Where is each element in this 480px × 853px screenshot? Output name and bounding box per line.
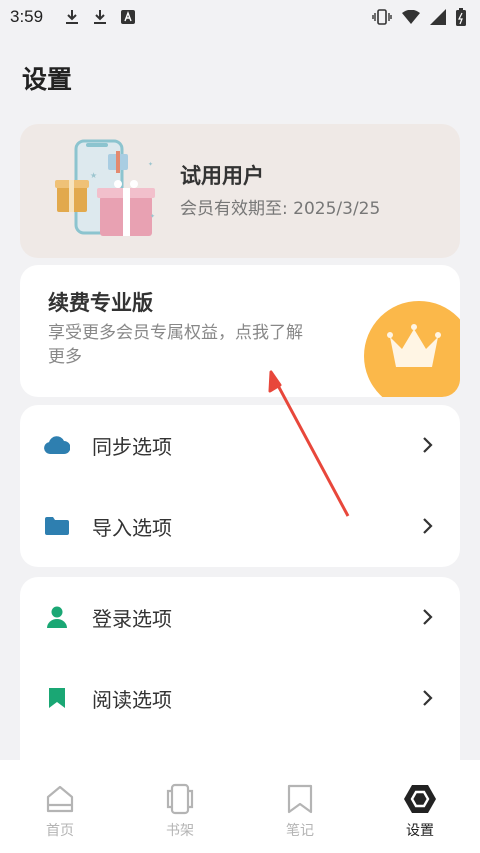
crown-badge (364, 301, 460, 397)
menu-item-sync[interactable]: 同步选项 (20, 405, 460, 485)
download-icon (93, 9, 107, 25)
settings-icon (403, 782, 437, 816)
menu-group-login-reading: 登录选项 阅读选项 (20, 577, 460, 767)
signal-icon (430, 9, 446, 25)
folder-icon (44, 513, 70, 539)
menu-label: 登录选项 (92, 606, 172, 631)
bookshelf-icon (163, 782, 197, 816)
cloud-icon (44, 432, 70, 458)
battery-icon (456, 8, 466, 26)
chevron-right-icon (423, 690, 433, 706)
home-icon (43, 782, 77, 816)
bottom-nav: 首页 书架 笔记 设置 (0, 760, 480, 853)
chevron-right-icon (423, 437, 433, 453)
menu-item-reading[interactable]: 阅读选项 (20, 658, 460, 738)
chevron-right-icon (423, 518, 433, 534)
menu-item-import[interactable]: 导入选项 (20, 486, 460, 566)
nav-label: 笔记 (286, 823, 314, 839)
menu-label: 同步选项 (92, 434, 172, 459)
font-app-icon (121, 10, 136, 24)
vibrate-icon (372, 9, 392, 25)
svg-text:✦: ✦ (148, 161, 153, 168)
status-system-icons (372, 8, 466, 26)
menu-item-login[interactable]: 登录选项 (20, 577, 460, 657)
nav-item-notes[interactable]: 笔记 (240, 760, 360, 853)
page-title: 设置 (22, 65, 73, 94)
user-name: 试用用户 (180, 164, 264, 188)
download-icon (65, 9, 79, 25)
trial-user-card[interactable]: ★ ✦ ✦ 试用用户 会员有效期至: 2025/3/25 (20, 124, 460, 258)
menu-label: 阅读选项 (92, 687, 172, 712)
nav-label: 首页 (46, 823, 74, 839)
nav-item-bookshelf[interactable]: 书架 (120, 760, 240, 853)
menu-label: 导入选项 (92, 515, 172, 540)
status-bar: 3:59 (0, 0, 480, 34)
chevron-right-icon (423, 609, 433, 625)
svg-text:✦: ✦ (150, 213, 155, 220)
crown-icon (387, 324, 441, 367)
wifi-icon (402, 10, 420, 24)
gift-phone-illustration: ★ ✦ ✦ (55, 139, 155, 236)
menu-group-sync-import: 同步选项 导入选项 (20, 405, 460, 567)
user-icon (44, 604, 70, 630)
renew-pro-title: 续费专业版 (48, 291, 153, 315)
renew-pro-description: 享受更多会员专属权益，点我了解更多 (48, 323, 303, 367)
notes-icon (283, 782, 317, 816)
status-notification-icons (65, 9, 136, 25)
svg-text:★: ★ (90, 171, 97, 180)
nav-item-home[interactable]: 首页 (0, 760, 120, 853)
bookmark-icon (44, 685, 70, 711)
renew-pro-card[interactable]: 续费专业版 享受更多会员专属权益，点我了解更多 (20, 265, 460, 397)
nav-item-settings[interactable]: 设置 (360, 760, 480, 853)
nav-label: 设置 (406, 823, 434, 839)
status-time: 3:59 (10, 7, 44, 26)
nav-label: 书架 (166, 823, 194, 839)
membership-expiry: 会员有效期至: 2025/3/25 (180, 199, 381, 219)
